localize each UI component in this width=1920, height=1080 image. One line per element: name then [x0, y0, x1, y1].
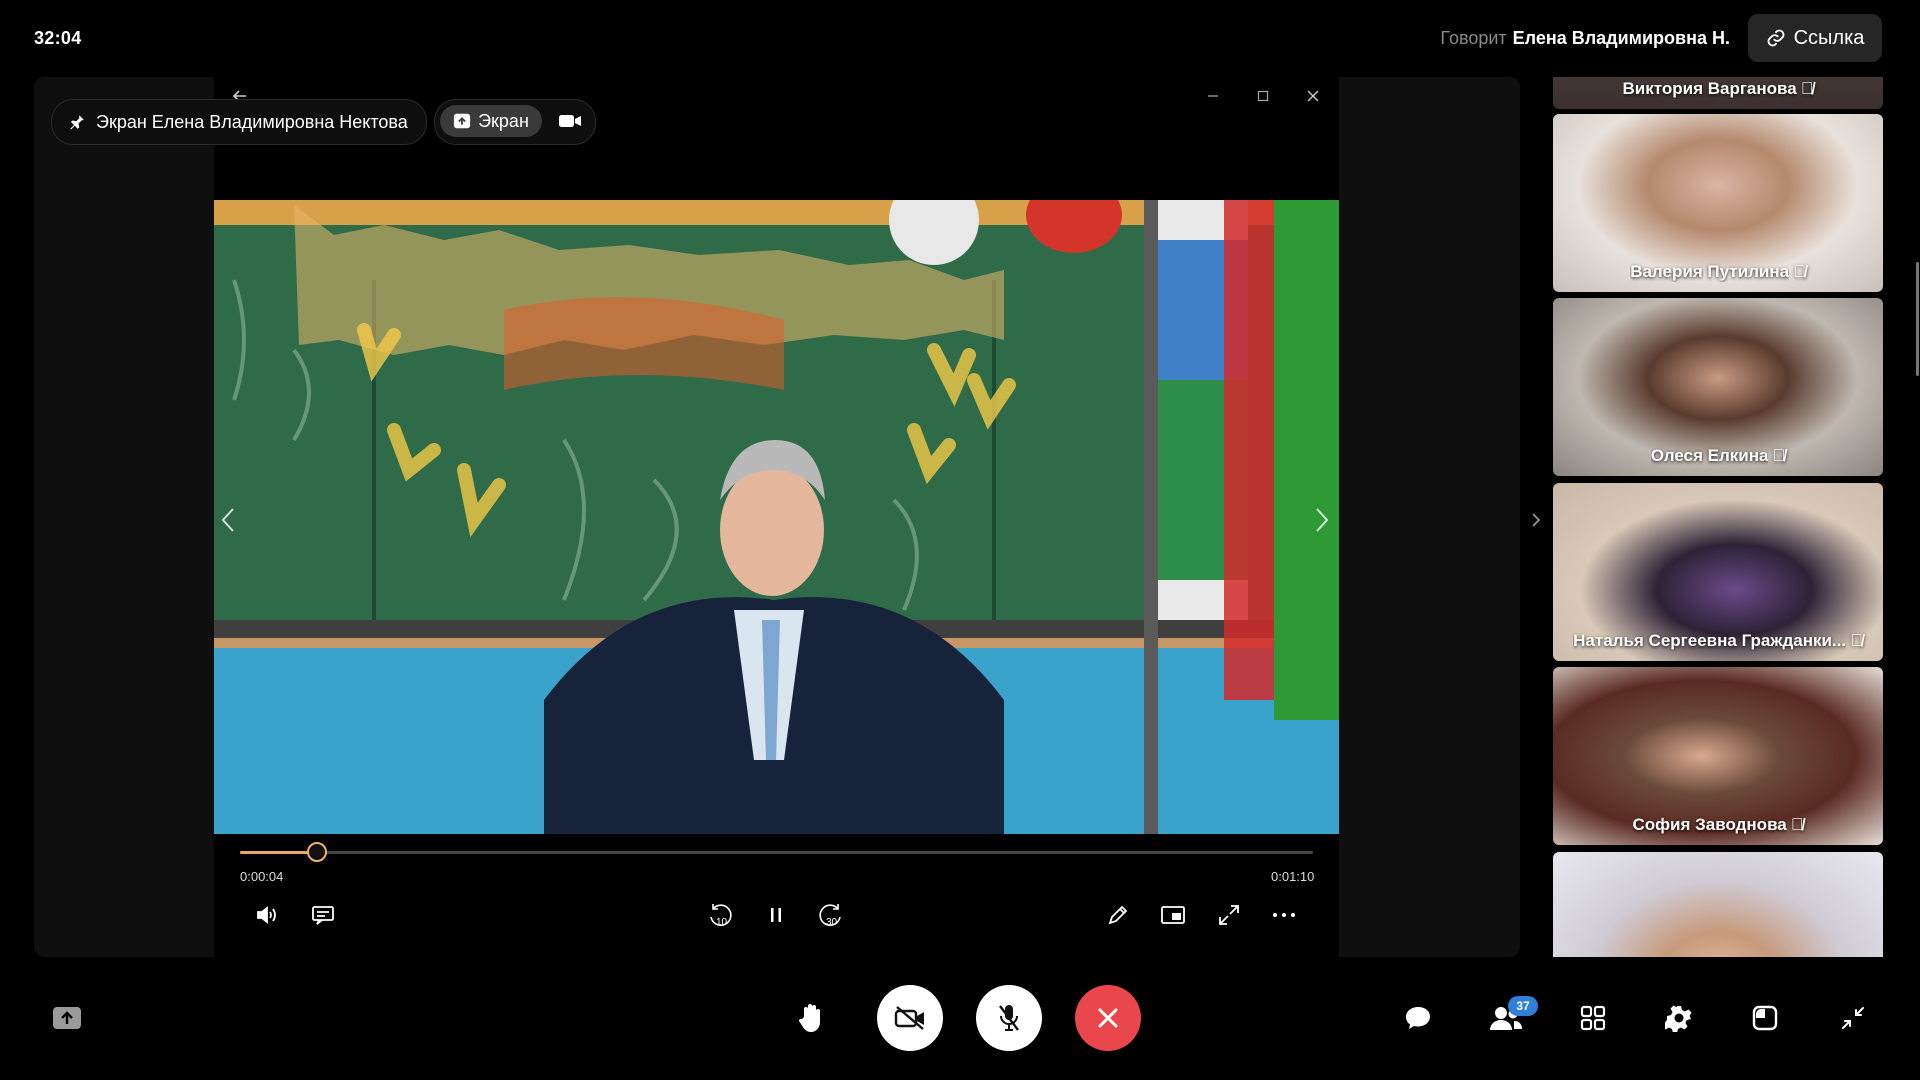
participant-name: Валерия Путилина 🎙̸	[1630, 262, 1806, 281]
end-call-icon	[1096, 1006, 1120, 1030]
participant-tile[interactable]: Наталья Сергеевна Гражданки... 🎙̸	[1553, 483, 1883, 661]
pip-icon[interactable]	[1155, 897, 1191, 933]
participant-tile[interactable]: Виктория Варганова 🎙̸	[1553, 77, 1883, 109]
grid-icon[interactable]	[1573, 998, 1613, 1038]
participant-name: Наталья Сергеевна Гражданки... 🎙̸	[1573, 631, 1863, 650]
speaker-label: Говорит	[1440, 28, 1507, 48]
participant-tile[interactable]: София Заводнова 🎙̸	[1553, 667, 1883, 845]
pinned-screen-label[interactable]: Экран Елена Владимировна Нектова	[51, 99, 427, 145]
share-screen-button[interactable]	[47, 998, 87, 1038]
mic-off-icon: 🎙̸	[1850, 631, 1863, 650]
participants-list: Виктория Варганова 🎙̸ Валерия Путилина 🎙̸ …	[1553, 77, 1883, 957]
layout-icon[interactable]	[1745, 998, 1785, 1038]
volume-icon[interactable]	[249, 897, 285, 933]
call-timer: 32:04	[34, 28, 82, 48]
participant-tile[interactable]: Олеся Елкина 🎙̸	[1553, 298, 1883, 476]
camera-icon[interactable]	[558, 110, 582, 132]
share-screen-icon	[453, 112, 471, 130]
raise-hand-icon[interactable]	[791, 998, 831, 1038]
participants-scrollbar[interactable]	[1916, 262, 1919, 376]
previous-slide-arrow[interactable]	[213, 500, 243, 540]
screen-view-button[interactable]: Экран	[440, 105, 542, 137]
pin-icon	[68, 113, 86, 131]
copy-link-label: Ссылка	[1793, 26, 1865, 49]
current-time: 0:00:04	[240, 869, 284, 884]
mic-off-icon	[996, 1003, 1022, 1033]
participants-count-badge: 37	[1508, 996, 1538, 1016]
participant-tile[interactable]: Валерия Путилина 🎙̸	[1553, 114, 1883, 292]
end-call-button[interactable]	[1075, 985, 1141, 1051]
pause-icon[interactable]	[758, 897, 794, 933]
more-icon[interactable]	[1266, 897, 1302, 933]
rewind-icon[interactable]: 10	[702, 897, 738, 933]
chevron-right-icon[interactable]	[1524, 508, 1548, 532]
subtitles-icon[interactable]	[305, 897, 341, 933]
participant-name: Олеся Елкина 🎙̸	[1650, 446, 1786, 465]
fullscreen-icon[interactable]	[1211, 897, 1247, 933]
mic-off-icon: 🎙̸	[1793, 262, 1806, 281]
speaker-name: Елена Владимировна Н.	[1512, 28, 1730, 48]
camera-off-icon	[894, 1005, 926, 1031]
settings-icon[interactable]	[1659, 998, 1699, 1038]
active-speaker: Говорит Елена Владимировна Н.	[1440, 28, 1730, 49]
mic-off-icon: 🎙̸	[1772, 446, 1786, 465]
chat-icon[interactable]	[1398, 998, 1438, 1038]
duration: 0:01:10	[1271, 869, 1315, 884]
pencil-icon[interactable]	[1100, 897, 1136, 933]
participant-name: София Заводнова 🎙̸	[1632, 815, 1804, 834]
video-frame[interactable]: 0" width="0" height="0"/>	[214, 200, 1339, 834]
next-slide-arrow[interactable]	[1307, 500, 1337, 540]
minimize-icon[interactable]	[1199, 82, 1227, 110]
rewind-seconds: 10	[716, 917, 728, 928]
close-icon[interactable]	[1299, 82, 1327, 110]
camera-toggle-button[interactable]	[877, 985, 943, 1051]
seek-bar[interactable]	[240, 851, 1313, 854]
participant-tile[interactable]	[1553, 852, 1883, 957]
participant-name: Виктория Варганова 🎙̸	[1622, 79, 1814, 98]
link-icon	[1766, 28, 1786, 48]
screen-view-label: Экран	[478, 110, 529, 131]
forward-seconds: 30	[826, 917, 838, 928]
forward-icon[interactable]: 30	[813, 897, 849, 933]
mic-off-icon: 🎙̸	[1790, 815, 1804, 834]
maximize-icon[interactable]	[1249, 82, 1277, 110]
seek-progress	[240, 851, 318, 854]
collapse-icon[interactable]	[1833, 998, 1873, 1038]
mic-off-icon: 🎙̸	[1800, 79, 1814, 98]
pinned-screen-text: Экран Елена Владимировна Нектова	[96, 111, 408, 132]
copy-link-button[interactable]: Ссылка	[1748, 14, 1882, 62]
mic-toggle-button[interactable]	[976, 985, 1042, 1051]
